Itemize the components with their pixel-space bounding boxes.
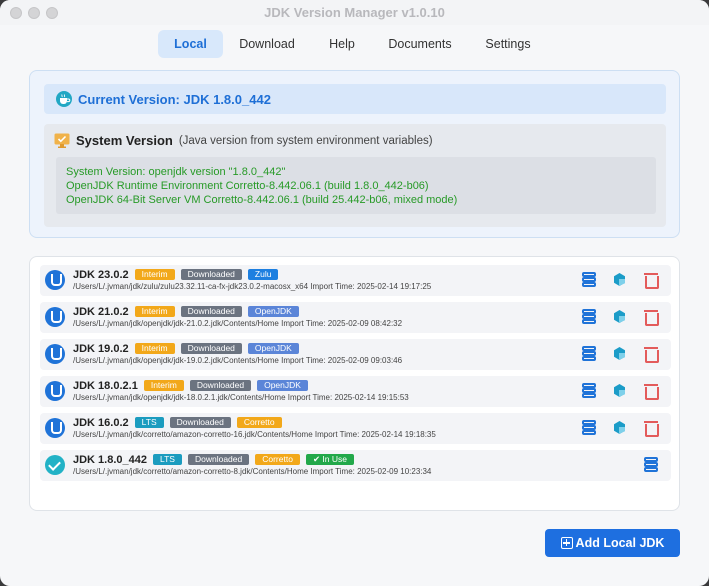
jdk-name: JDK 18.0.2.1 (73, 379, 138, 392)
system-output-line: System Version: openjdk version "1.8.0_4… (66, 166, 286, 178)
lts-badge: LTS (153, 454, 182, 465)
vendor-badge: OpenJDK (257, 380, 308, 391)
java-cup-icon (56, 91, 72, 107)
monitor-check-icon (54, 133, 70, 148)
tab-help[interactable]: Help (322, 30, 362, 58)
in-use-badge: ✔ In Use (305, 454, 355, 465)
vendor-badge: Corretto (236, 417, 282, 428)
trash-icon[interactable] (642, 271, 660, 289)
jdk-name: JDK 23.0.2 (73, 268, 129, 281)
jdk-path: /Users/L/.jvman/jdk/openjdk/jdk-18.0.2.1… (73, 393, 409, 402)
system-version-output: System Version: openjdk version "1.8.0_4… (56, 157, 656, 214)
current-version-bar: Current Version: JDK 1.8.0_442 (44, 84, 666, 114)
jdk-list: JDK 23.0.2 Interim Downloaded Zulu /User… (29, 256, 680, 511)
window-title: JDK Version Manager v1.0.10 (264, 5, 445, 20)
jdk-name: JDK 21.0.2 (73, 305, 129, 318)
jdk-name: JDK 19.0.2 (73, 342, 129, 355)
cube-icon[interactable] (611, 419, 629, 437)
java-icon (45, 344, 65, 364)
jdk-name: JDK 1.8.0_442 (73, 453, 147, 466)
trash-icon[interactable] (642, 382, 660, 400)
java-icon (45, 381, 65, 401)
jdk-path: /Users/L/.jvman/jdk/openjdk/jdk-21.0.2.j… (73, 319, 403, 328)
layers-icon[interactable] (580, 345, 598, 363)
zoom-window-button[interactable] (46, 7, 58, 19)
cube-icon[interactable] (611, 345, 629, 363)
layers-icon[interactable] (642, 456, 660, 474)
vendor-badge: Corretto (255, 454, 300, 465)
downloaded-badge: Downloaded (180, 269, 242, 280)
downloaded-badge: Downloaded (169, 417, 231, 428)
jdk-path: /Users/L/.jvman/jdk/openjdk/jdk-19.0.2.j… (73, 356, 403, 365)
cube-icon[interactable] (611, 308, 629, 326)
downloaded-badge: Downloaded (187, 454, 250, 465)
layers-icon[interactable] (580, 419, 598, 437)
layers-icon[interactable] (580, 308, 598, 326)
window-controls (10, 7, 58, 19)
tab-bar: Local Download Help Documents Settings (0, 30, 709, 58)
downloaded-badge: Downloaded (180, 343, 242, 354)
jdk-path: /Users/L/.jvman/jdk/zulu/zulu23.32.11-ca… (73, 282, 432, 291)
jdk-name: JDK 16.0.2 (73, 416, 129, 429)
java-icon (45, 270, 65, 290)
trash-icon[interactable] (642, 419, 660, 437)
close-window-button[interactable] (10, 7, 22, 19)
jdk-row: JDK 1.8.0_442 LTS Downloaded Corretto ✔ … (40, 450, 671, 481)
jdk-row: JDK 23.0.2 Interim Downloaded Zulu /User… (40, 265, 671, 296)
vendor-badge: Zulu (247, 269, 279, 280)
system-version-subtitle: (Java version from system environment va… (178, 134, 433, 147)
minimize-window-button[interactable] (28, 7, 40, 19)
layers-icon[interactable] (580, 382, 598, 400)
current-version-panel: Current Version: JDK 1.8.0_442 System Ve… (29, 70, 680, 238)
jdk-row: JDK 19.0.2 Interim Downloaded OpenJDK /U… (40, 339, 671, 370)
system-output-line: OpenJDK Runtime Environment Corretto-8.4… (66, 180, 429, 192)
jdk-row: JDK 18.0.2.1 Interim Downloaded OpenJDK … (40, 376, 671, 407)
check-circle-icon (45, 455, 65, 475)
lts-badge: LTS (134, 417, 164, 428)
interim-badge: Interim (134, 269, 175, 280)
add-local-jdk-button[interactable]: Add Local JDK (545, 529, 680, 557)
java-icon (45, 307, 65, 327)
tab-settings[interactable]: Settings (479, 30, 537, 58)
app-window: JDK Version Manager v1.0.10 Local Downlo… (0, 0, 709, 586)
downloaded-badge: Downloaded (180, 306, 242, 317)
cube-icon[interactable] (611, 382, 629, 400)
system-output-line: OpenJDK 64-Bit Server VM Corretto-8.442.… (66, 194, 458, 206)
java-icon (45, 418, 65, 438)
current-version-label: Current Version: JDK 1.8.0_442 (78, 91, 271, 107)
layers-icon[interactable] (580, 271, 598, 289)
title-bar: JDK Version Manager v1.0.10 (0, 0, 709, 25)
system-version-panel: System Version (Java version from system… (44, 124, 666, 227)
tab-local[interactable]: Local (158, 30, 223, 58)
jdk-path: /Users/L/.jvman/jdk/corretto/amazon-corr… (73, 467, 432, 476)
trash-icon[interactable] (642, 345, 660, 363)
interim-badge: Interim (143, 380, 184, 391)
cube-icon[interactable] (611, 271, 629, 289)
vendor-badge: OpenJDK (247, 306, 299, 317)
jdk-row: JDK 16.0.2 LTS Downloaded Corretto /User… (40, 413, 671, 444)
trash-icon[interactable] (642, 308, 660, 326)
jdk-row: JDK 21.0.2 Interim Downloaded OpenJDK /U… (40, 302, 671, 333)
add-square-icon (560, 537, 573, 549)
interim-badge: Interim (134, 343, 175, 354)
tab-download[interactable]: Download (232, 30, 302, 58)
downloaded-badge: Downloaded (189, 380, 252, 391)
vendor-badge: OpenJDK (247, 343, 299, 354)
tab-documents[interactable]: Documents (381, 30, 459, 58)
system-version-title: System Version (76, 133, 173, 148)
system-version-header: System Version (Java version from system… (54, 133, 433, 148)
interim-badge: Interim (134, 306, 175, 317)
add-local-jdk-label: Add Local JDK (575, 536, 665, 550)
jdk-path: /Users/L/.jvman/jdk/corretto/amazon-corr… (73, 430, 436, 439)
